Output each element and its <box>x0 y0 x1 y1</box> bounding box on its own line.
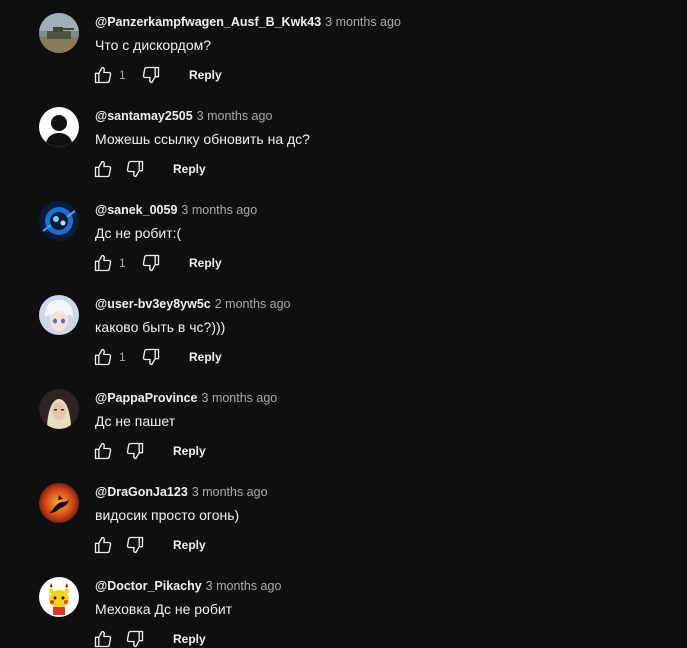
comment-author[interactable]: @Panzerkampfwagen_Ausf_B_Kwk43 <box>95 15 321 29</box>
comment-author[interactable]: @user-bv3ey8yw5c <box>95 297 211 311</box>
reply-button[interactable]: Reply <box>189 256 222 270</box>
reply-button[interactable]: Reply <box>173 162 206 176</box>
dislike-icon[interactable] <box>125 535 145 555</box>
reply-button[interactable]: Reply <box>173 632 206 646</box>
comment-item: @Panzerkampfwagen_Ausf_B_Kwk43 3 months a… <box>0 0 687 94</box>
comment-time[interactable]: 3 months ago <box>325 15 401 29</box>
comment-author[interactable]: @PappaProvince <box>95 391 198 405</box>
comment-item: @DraGonJa123 3 months ago видосик просто … <box>0 470 687 564</box>
like-icon[interactable] <box>93 159 113 179</box>
pikachu-avatar-icon[interactable] <box>39 577 79 617</box>
comment-text: Дс не робит:( <box>95 225 182 241</box>
dislike-icon[interactable] <box>141 65 161 85</box>
comment-item: @user-bv3ey8yw5c 2 months ago каково быть… <box>0 282 687 376</box>
comment-text: Что с дискордом? <box>95 37 212 53</box>
comment-author[interactable]: @DraGonJa123 <box>95 485 188 499</box>
like-count: 1 <box>119 256 126 270</box>
like-icon[interactable] <box>93 441 113 461</box>
comment-item: @Doctor_Pikachy 3 months ago Меховка Дс н… <box>0 564 687 648</box>
comment-time[interactable]: 3 months ago <box>181 203 257 217</box>
comment-time[interactable]: 3 months ago <box>197 109 273 123</box>
dislike-icon[interactable] <box>141 347 161 367</box>
comment-time[interactable]: 3 months ago <box>206 579 282 593</box>
comment-author[interactable]: @Doctor_Pikachy <box>95 579 202 593</box>
anime-boy-avatar-icon[interactable] <box>39 295 79 335</box>
like-icon[interactable] <box>93 65 113 85</box>
blue-logo-avatar-icon[interactable] <box>39 201 79 241</box>
comment-text: Дс не пашет <box>95 413 176 429</box>
reply-button[interactable]: Reply <box>189 68 222 82</box>
comments-list: @Panzerkampfwagen_Ausf_B_Kwk43 3 months a… <box>0 0 687 648</box>
comment-text: каково быть в чс?))) <box>95 319 226 335</box>
portrait-avatar-icon[interactable] <box>39 389 79 429</box>
like-icon[interactable] <box>93 535 113 555</box>
comment-item: @sanek_0059 3 months ago Дс не робит:( 1 … <box>0 188 687 282</box>
reply-button[interactable]: Reply <box>173 444 206 458</box>
comment-author[interactable]: @sanek_0059 <box>95 203 177 217</box>
comment-text: Можешь ссылку обновить на дс? <box>95 131 310 147</box>
dislike-icon[interactable] <box>125 441 145 461</box>
reply-button[interactable]: Reply <box>189 350 222 364</box>
comment-item: @santamay2505 3 months ago Можешь ссылку … <box>0 94 687 188</box>
dislike-icon[interactable] <box>141 253 161 273</box>
silhouette-avatar-icon[interactable] <box>39 107 79 147</box>
dislike-icon[interactable] <box>125 159 145 179</box>
like-count: 1 <box>119 68 126 82</box>
comment-item: @PappaProvince 3 months ago Дс не пашет R… <box>0 376 687 470</box>
comment-text: Меховка Дс не робит <box>95 601 233 617</box>
comment-time[interactable]: 3 months ago <box>192 485 268 499</box>
comment-text: видосик просто огонь) <box>95 507 240 523</box>
comment-time[interactable]: 3 months ago <box>202 391 278 405</box>
like-icon[interactable] <box>93 347 113 367</box>
comment-time[interactable]: 2 months ago <box>215 297 291 311</box>
dislike-icon[interactable] <box>125 629 145 648</box>
like-icon[interactable] <box>93 629 113 648</box>
reply-button[interactable]: Reply <box>173 538 206 552</box>
comment-author[interactable]: @santamay2505 <box>95 109 193 123</box>
dragon-avatar-icon[interactable] <box>39 483 79 523</box>
like-count: 1 <box>119 350 126 364</box>
like-icon[interactable] <box>93 253 113 273</box>
tank-avatar-icon[interactable] <box>39 13 79 53</box>
